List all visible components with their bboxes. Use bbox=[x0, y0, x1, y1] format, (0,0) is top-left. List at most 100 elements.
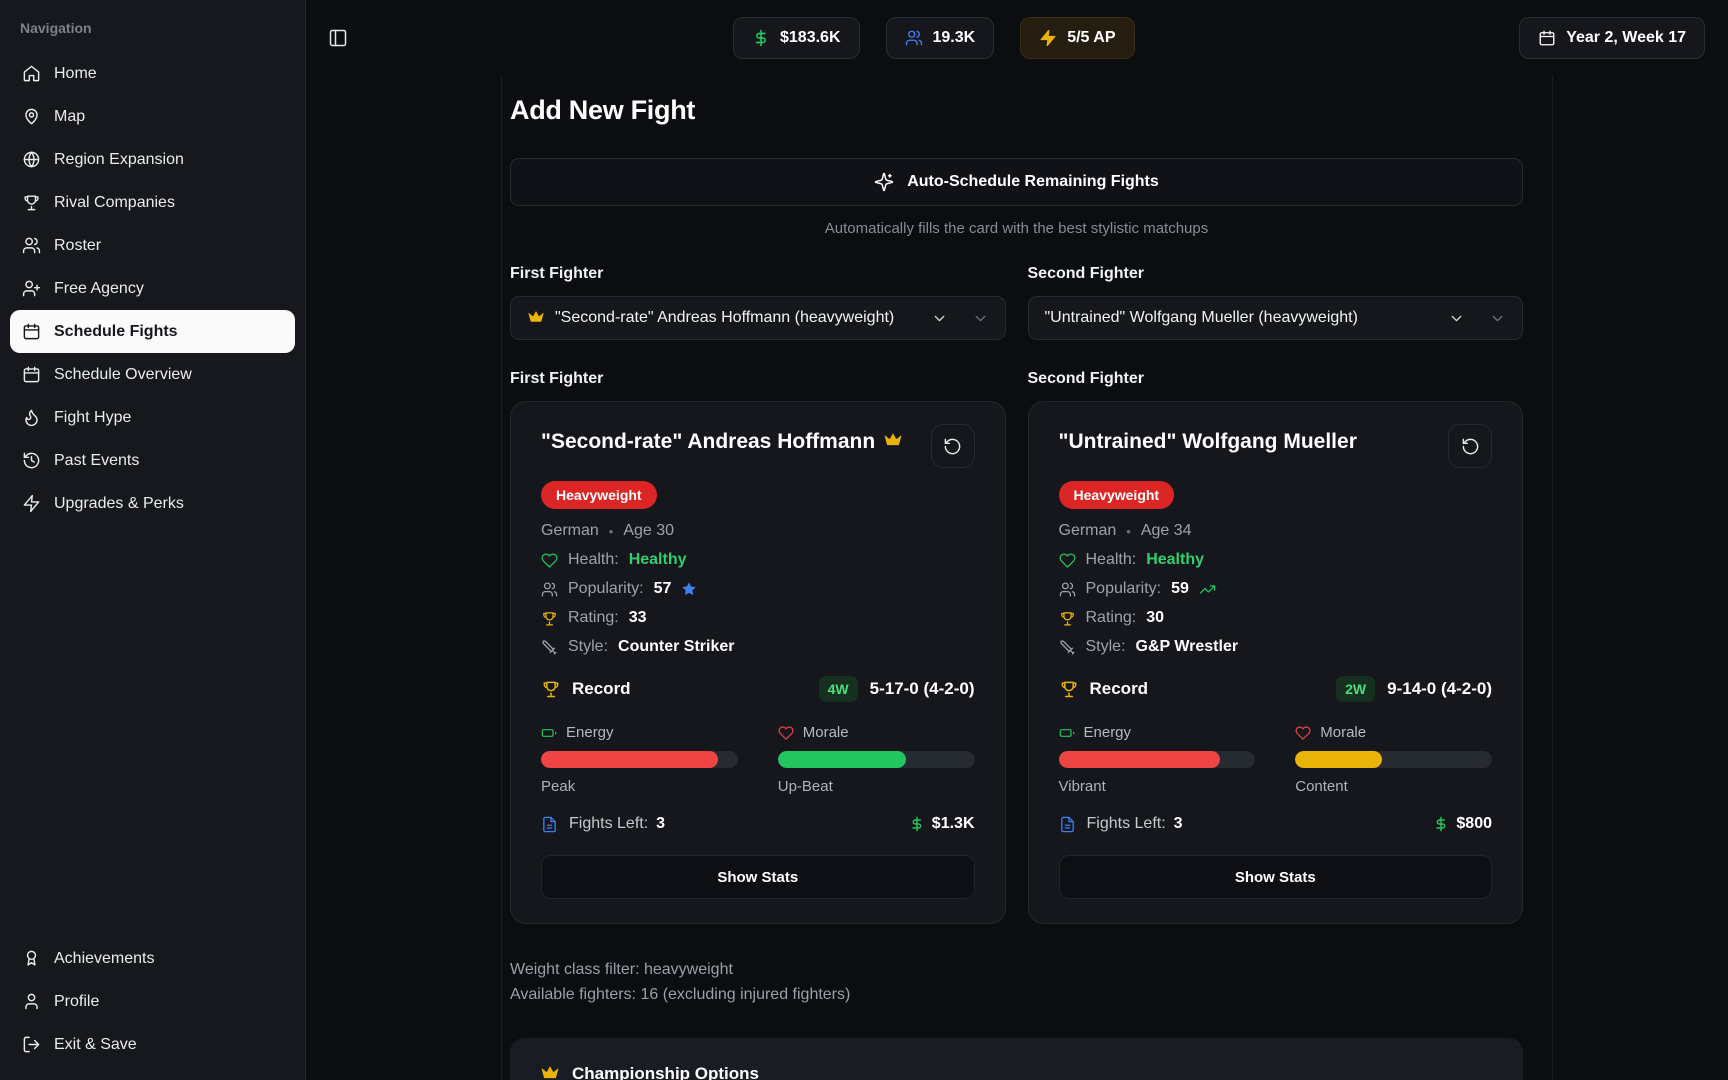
heart-icon bbox=[1295, 725, 1311, 741]
morale-bar-track bbox=[1295, 751, 1492, 768]
sidebar-item-fight-hype[interactable]: Fight Hype bbox=[10, 396, 295, 439]
zap-icon bbox=[22, 494, 41, 513]
sidebar-item-roster[interactable]: Roster bbox=[10, 224, 295, 267]
sidebar-item-label: Fight Hype bbox=[54, 409, 131, 427]
sidebar-item-label: Region Expansion bbox=[54, 151, 184, 169]
sidebar-item-profile[interactable]: Profile bbox=[10, 980, 295, 1023]
first-fighter-selector-col: First Fighter "Second-rate" Andreas Hoff… bbox=[510, 265, 1006, 340]
rating-value: 30 bbox=[1146, 609, 1164, 627]
fighter-meta: German • Age 34 bbox=[1059, 522, 1493, 540]
second-fighter-select[interactable]: "Untrained" Wolfgang Mueller (heavyweigh… bbox=[1028, 296, 1524, 340]
award-icon bbox=[22, 949, 41, 968]
record-value: 9-14-0 (4-2-0) bbox=[1387, 679, 1492, 699]
fights-left-row: Fights Left: 3 $1.3K bbox=[541, 815, 975, 833]
auto-schedule-button[interactable]: Auto-Schedule Remaining Fights bbox=[510, 158, 1523, 206]
fighter-cards-row: First Fighter "Second-rate" Andreas Hoff… bbox=[510, 370, 1523, 924]
morale-bar-fill bbox=[778, 751, 906, 768]
show-stats-button[interactable]: Show Stats bbox=[1059, 855, 1493, 899]
sidebar-item-schedule-fights[interactable]: Schedule Fights bbox=[10, 310, 295, 353]
sidebar-item-label: Schedule Fights bbox=[54, 323, 178, 341]
available-fighters-text: Available fighters: 16 (excluding injure… bbox=[510, 983, 1523, 1008]
fighter-name: "Untrained" Wolfgang Mueller bbox=[1059, 430, 1357, 453]
chevron-down-icon bbox=[972, 310, 989, 327]
file-text-icon bbox=[1059, 816, 1076, 833]
sidebar-item-label: Past Events bbox=[54, 452, 139, 470]
users-icon bbox=[905, 29, 923, 47]
rating-row: Rating: 33 bbox=[541, 609, 975, 627]
sidebar-item-free-agency[interactable]: Free Agency bbox=[10, 267, 295, 310]
calendar-icon bbox=[1538, 29, 1556, 47]
sidebar-item-exit-save[interactable]: Exit & Save bbox=[10, 1023, 295, 1066]
sidebar-item-label: Exit & Save bbox=[54, 1036, 137, 1054]
fighter-age: Age 34 bbox=[1141, 522, 1192, 540]
condition-bars: Energy Peak Morale Up-Beat bbox=[541, 724, 975, 795]
star-icon bbox=[681, 581, 697, 597]
population-value: 19.3K bbox=[933, 29, 976, 47]
sidebar-toggle-button[interactable] bbox=[328, 28, 348, 48]
sidebar-item-label: Home bbox=[54, 65, 97, 83]
record-row: Record 2W 9-14-0 (4-2-0) bbox=[1059, 676, 1493, 702]
energy-bar-col: Energy Peak bbox=[541, 724, 738, 795]
sidebar-item-label: Rival Companies bbox=[54, 194, 175, 212]
sidebar-item-label: Upgrades & Perks bbox=[54, 495, 184, 513]
show-stats-button[interactable]: Show Stats bbox=[541, 855, 975, 899]
first-fighter-selector-label: First Fighter bbox=[510, 265, 1006, 283]
money-value: $183.6K bbox=[780, 29, 841, 47]
weight-class-badge: Heavyweight bbox=[541, 481, 657, 509]
panel-left-icon bbox=[328, 28, 348, 48]
sidebar-item-upgrades-perks[interactable]: Upgrades & Perks bbox=[10, 482, 295, 525]
win-streak-badge: 4W bbox=[819, 676, 858, 702]
fights-left-label: Fights Left: bbox=[569, 815, 648, 833]
second-fighter-card-label: Second Fighter bbox=[1028, 370, 1524, 388]
morale-bar-fill bbox=[1295, 751, 1382, 768]
money-pill[interactable]: $183.6K bbox=[733, 17, 860, 59]
action-points-pill[interactable]: 5/5 AP bbox=[1020, 17, 1134, 59]
users-icon bbox=[22, 236, 41, 255]
population-pill[interactable]: 19.3K bbox=[886, 17, 995, 59]
morale-bar-track bbox=[778, 751, 975, 768]
fighter-nationality: German bbox=[541, 522, 599, 540]
style-value: Counter Striker bbox=[618, 638, 734, 656]
payout-value: $800 bbox=[1456, 815, 1492, 833]
sidebar-item-label: Schedule Overview bbox=[54, 366, 192, 384]
rotate-ccw-icon bbox=[943, 437, 962, 456]
crown-icon bbox=[540, 1064, 560, 1080]
health-label: Health: bbox=[1086, 551, 1137, 569]
sidebar-item-region-expansion[interactable]: Region Expansion bbox=[10, 138, 295, 181]
championship-title: Championship Options bbox=[572, 1064, 759, 1080]
first-fighter-select[interactable]: "Second-rate" Andreas Hoffmann (heavywei… bbox=[510, 296, 1006, 340]
sidebar-item-achievements[interactable]: Achievements bbox=[10, 937, 295, 980]
file-text-icon bbox=[541, 816, 558, 833]
reset-fighter-button[interactable] bbox=[1448, 424, 1492, 468]
topbar: $183.6K 19.3K 5/5 AP Year 2, Week 17 bbox=[306, 0, 1728, 75]
sidebar-item-map[interactable]: Map bbox=[10, 95, 295, 138]
reset-fighter-button[interactable] bbox=[931, 424, 975, 468]
rating-row: Rating: 30 bbox=[1059, 609, 1493, 627]
health-value: Healthy bbox=[1146, 551, 1204, 569]
date-value: Year 2, Week 17 bbox=[1566, 29, 1686, 47]
rating-label: Rating: bbox=[1086, 609, 1137, 627]
log-out-icon bbox=[22, 1035, 41, 1054]
energy-label: Energy bbox=[1084, 724, 1132, 741]
morale-bar-col: Morale Content bbox=[1295, 724, 1492, 795]
popularity-row: Popularity: 59 bbox=[1059, 580, 1493, 598]
sidebar-item-home[interactable]: Home bbox=[10, 52, 295, 95]
weight-class-filter-text: Weight class filter: heavyweight bbox=[510, 958, 1523, 983]
energy-state: Vibrant bbox=[1059, 778, 1256, 795]
sidebar-item-label: Achievements bbox=[54, 950, 155, 968]
payout: $800 bbox=[1433, 815, 1492, 833]
championship-header: Championship Options bbox=[540, 1064, 1493, 1080]
trophy-icon bbox=[22, 193, 41, 212]
user-icon bbox=[22, 992, 41, 1011]
content-scroll-area[interactable]: Add New Fight Auto-Schedule Remaining Fi… bbox=[501, 75, 1553, 1080]
date-pill[interactable]: Year 2, Week 17 bbox=[1519, 17, 1705, 59]
record-value: 5-17-0 (4-2-0) bbox=[870, 679, 975, 699]
heart-icon bbox=[541, 552, 558, 569]
second-fighter-select-value: "Untrained" Wolfgang Mueller (heavyweigh… bbox=[1045, 309, 1358, 327]
sidebar-item-schedule-overview[interactable]: Schedule Overview bbox=[10, 353, 295, 396]
trending-up-icon bbox=[1199, 581, 1216, 598]
health-label: Health: bbox=[568, 551, 619, 569]
energy-bar-track bbox=[541, 751, 738, 768]
sidebar-item-past-events[interactable]: Past Events bbox=[10, 439, 295, 482]
sidebar-item-rival-companies[interactable]: Rival Companies bbox=[10, 181, 295, 224]
